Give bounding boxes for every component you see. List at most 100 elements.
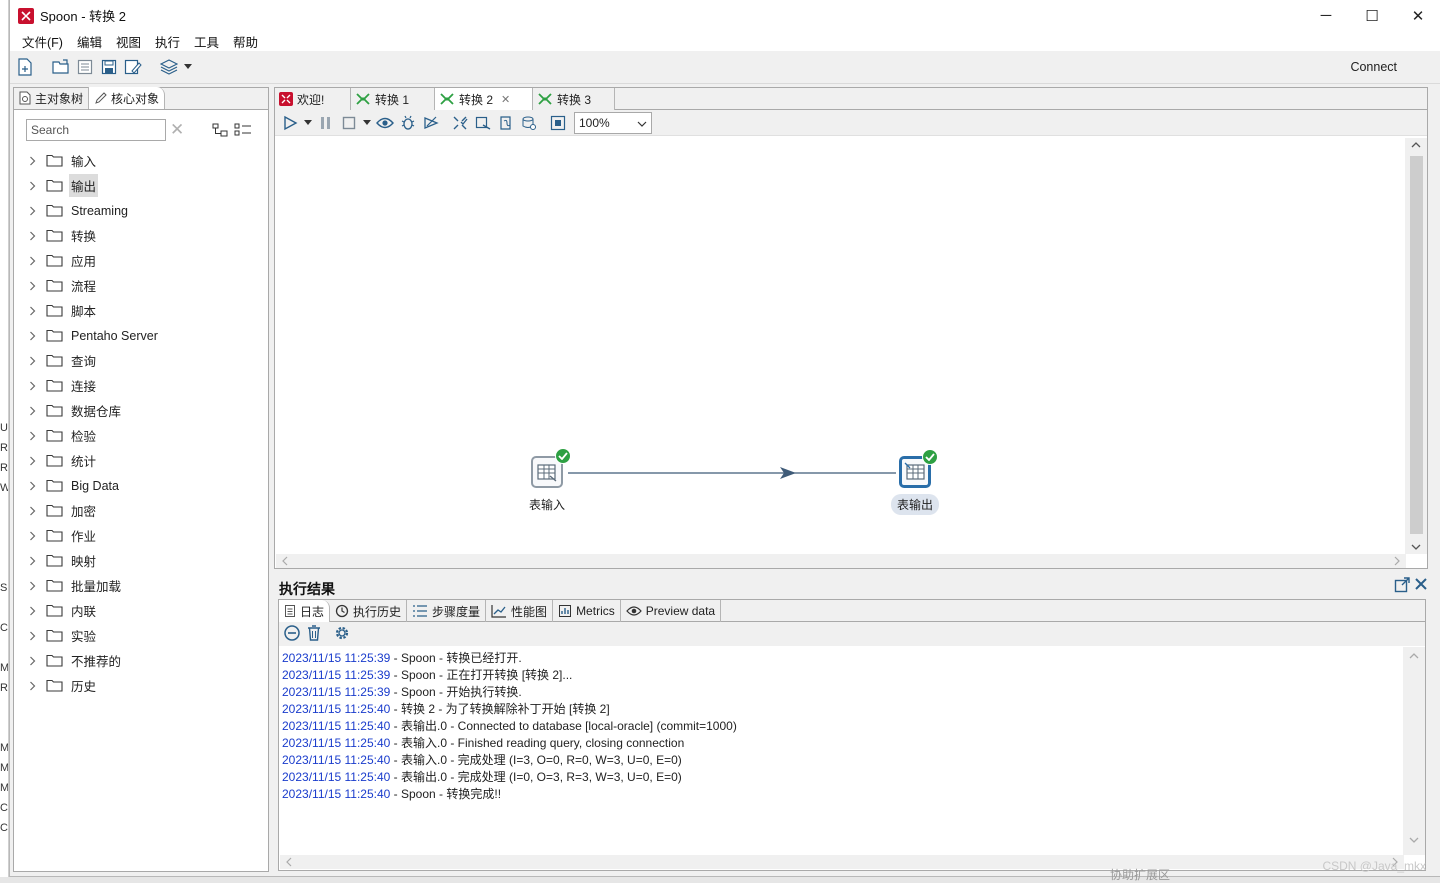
canvas-horizontal-scrollbar[interactable] [276, 554, 1406, 568]
chevron-down-icon[interactable] [182, 56, 194, 78]
tree-item[interactable]: Pentaho Server [14, 323, 268, 348]
chevron-right-icon[interactable] [25, 281, 39, 291]
doc-tab[interactable]: 转换 3 [533, 88, 615, 110]
save-as-icon[interactable] [122, 56, 144, 78]
verify-icon[interactable] [449, 112, 471, 134]
tree-item[interactable]: 应用 [14, 248, 268, 273]
scroll-right-icon[interactable] [1394, 556, 1400, 569]
sql-script-icon[interactable] [495, 112, 517, 134]
menu-file[interactable]: 文件(F) [15, 32, 70, 51]
chevron-right-icon[interactable] [25, 481, 39, 491]
results-tab[interactable]: 步骤度量 [407, 600, 487, 622]
new-file-icon[interactable] [14, 56, 36, 78]
chevron-right-icon[interactable] [25, 656, 39, 666]
trash-icon[interactable] [305, 624, 323, 645]
clear-search-icon[interactable]: ✕ [170, 121, 184, 139]
chevron-right-icon[interactable] [25, 181, 39, 191]
chevron-right-icon[interactable] [25, 581, 39, 591]
tree-item[interactable]: 连接 [14, 373, 268, 398]
search-input[interactable] [26, 119, 166, 141]
tree-item[interactable]: 检验 [14, 423, 268, 448]
tree-item[interactable]: 流程 [14, 273, 268, 298]
collapse-all-icon[interactable] [212, 123, 228, 140]
scroll-left-icon[interactable] [282, 556, 288, 569]
tree-item[interactable]: 实验 [14, 623, 268, 648]
tree-item[interactable]: 加密 [14, 498, 268, 523]
tree-item[interactable]: 数据仓库 [14, 398, 268, 423]
tree-item[interactable]: 统计 [14, 448, 268, 473]
save-icon[interactable] [98, 56, 120, 78]
close-tab-icon[interactable]: ✕ [501, 93, 510, 106]
minimize-button[interactable]: ─ [1303, 0, 1349, 31]
menu-edit[interactable]: 编辑 [70, 32, 109, 51]
chevron-right-icon[interactable] [25, 556, 39, 566]
tab-core-objects[interactable]: 核心对象 [89, 87, 166, 109]
clear-log-icon[interactable] [283, 624, 301, 645]
chevron-right-icon[interactable] [25, 431, 39, 441]
step-table-output[interactable]: 表输出 [890, 449, 940, 515]
tree-item[interactable]: 转换 [14, 223, 268, 248]
open-file-icon[interactable] [50, 56, 72, 78]
chevron-right-icon[interactable] [25, 631, 39, 641]
results-tab[interactable]: Metrics [553, 600, 621, 622]
tree-item[interactable]: 查询 [14, 348, 268, 373]
menu-tools[interactable]: 工具 [187, 32, 226, 51]
scroll-up-icon[interactable] [1409, 651, 1419, 662]
debug-bug-icon[interactable] [397, 112, 419, 134]
close-panel-icon[interactable] [1414, 577, 1428, 596]
tab-main-tree[interactable]: 主对象树 [14, 87, 90, 109]
stop-icon[interactable] [338, 112, 360, 134]
tree-item[interactable]: 作业 [14, 523, 268, 548]
tree-item[interactable]: 输入 [14, 148, 268, 173]
doc-tab[interactable]: 转换 2 ✕ [435, 88, 533, 110]
tree-item[interactable]: 内联 [14, 598, 268, 623]
layers-perspective-icon[interactable] [158, 56, 180, 78]
chevron-right-icon[interactable] [25, 531, 39, 541]
maximize-button[interactable]: ☐ [1349, 0, 1395, 31]
tree-item[interactable]: 脚本 [14, 298, 268, 323]
chevron-right-icon[interactable] [25, 306, 39, 316]
run-options-chevron-icon[interactable] [302, 112, 314, 134]
doc-tab[interactable]: 欢迎! [275, 88, 351, 110]
chevron-right-icon[interactable] [25, 356, 39, 366]
maximize-panel-icon[interactable] [1394, 577, 1410, 596]
scroll-thumb[interactable] [1410, 156, 1423, 534]
canvas-vertical-scrollbar[interactable] [1405, 138, 1427, 554]
scroll-down-icon[interactable] [1409, 835, 1419, 846]
connect-button[interactable]: Connect [1350, 60, 1397, 74]
scroll-down-icon[interactable] [1411, 542, 1421, 553]
results-tab[interactable]: 性能图 [486, 600, 554, 622]
results-tab[interactable]: 执行历史 [330, 600, 408, 622]
explore-repository-icon[interactable] [74, 56, 96, 78]
log-settings-gear-icon[interactable] [333, 624, 351, 645]
chevron-right-icon[interactable] [25, 456, 39, 466]
chevron-right-icon[interactable] [25, 506, 39, 516]
tree-item[interactable]: 映射 [14, 548, 268, 573]
chevron-right-icon[interactable] [25, 231, 39, 241]
pause-icon[interactable] [315, 112, 337, 134]
chevron-right-icon[interactable] [25, 256, 39, 266]
close-button[interactable]: ✕ [1395, 0, 1440, 31]
run-icon[interactable] [279, 112, 301, 134]
log-horizontal-scrollbar[interactable] [280, 855, 1404, 869]
stop-options-chevron-icon[interactable] [361, 112, 373, 134]
tree-item[interactable]: 不推荐的 [14, 648, 268, 673]
chevron-right-icon[interactable] [25, 156, 39, 166]
step-table-input[interactable]: 表输入 [527, 448, 571, 512]
chevron-right-icon[interactable] [25, 606, 39, 616]
chevron-right-icon[interactable] [25, 331, 39, 341]
chevron-right-icon[interactable] [25, 681, 39, 691]
chevron-right-icon[interactable] [25, 381, 39, 391]
log-vertical-scrollbar[interactable] [1403, 647, 1425, 855]
tree-item[interactable]: Streaming [14, 198, 268, 223]
chevron-right-icon[interactable] [25, 206, 39, 216]
impact-analysis-icon[interactable] [472, 112, 494, 134]
transformation-canvas[interactable]: 表输入 表输出 [276, 138, 1404, 554]
menu-run[interactable]: 执行 [148, 32, 187, 51]
doc-tab[interactable]: 转换 1 [351, 88, 435, 110]
tree-item[interactable]: Big Data [14, 473, 268, 498]
log-output[interactable]: 2023/11/15 11:25:39 - Spoon - 转换已经打开. 202… [280, 647, 1404, 855]
menu-view[interactable]: 视图 [109, 32, 148, 51]
scroll-left-icon[interactable] [286, 857, 292, 870]
chevron-right-icon[interactable] [25, 406, 39, 416]
